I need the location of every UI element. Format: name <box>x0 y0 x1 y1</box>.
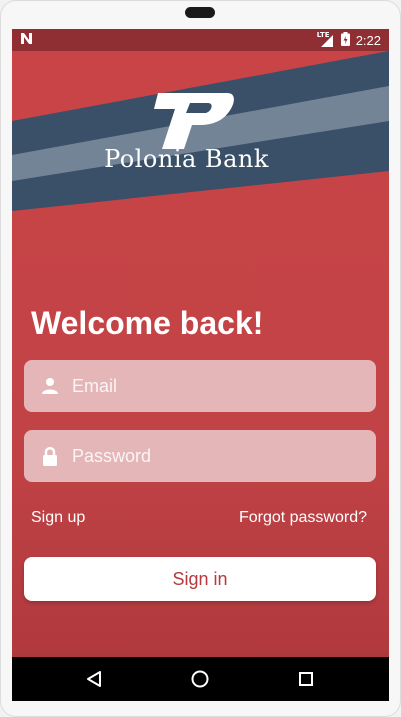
device-frame: LTE 2:22 Polonia Bank Welcome back! Emai… <box>0 0 401 717</box>
sign-up-link[interactable]: Sign up <box>31 509 85 527</box>
email-field[interactable] <box>24 360 376 412</box>
system-nav-bar <box>12 657 389 701</box>
lock-icon <box>40 446 60 466</box>
sign-in-button[interactable]: Sign in <box>24 557 376 601</box>
email-input[interactable] <box>72 375 352 397</box>
person-icon <box>40 376 60 396</box>
speaker-grille <box>185 7 215 18</box>
forgot-password-link[interactable]: Forgot password? <box>239 509 367 527</box>
status-bar: LTE 2:22 <box>12 29 389 51</box>
password-input[interactable] <box>72 445 352 467</box>
back-icon[interactable] <box>84 669 104 689</box>
password-field[interactable] <box>24 430 376 482</box>
n-notification-icon <box>20 32 33 48</box>
recents-icon[interactable] <box>296 669 316 689</box>
status-time: 2:22 <box>355 33 381 48</box>
signal-icon: LTE <box>316 30 335 48</box>
network-label: LTE <box>316 30 330 39</box>
brand-banner <box>12 51 389 211</box>
battery-icon <box>340 32 350 49</box>
app-screen: LTE 2:22 Polonia Bank Welcome back! Emai… <box>12 29 389 701</box>
home-icon[interactable] <box>190 669 210 689</box>
brand-name: Polonia Bank <box>104 145 269 173</box>
welcome-heading: Welcome back! <box>31 305 264 341</box>
